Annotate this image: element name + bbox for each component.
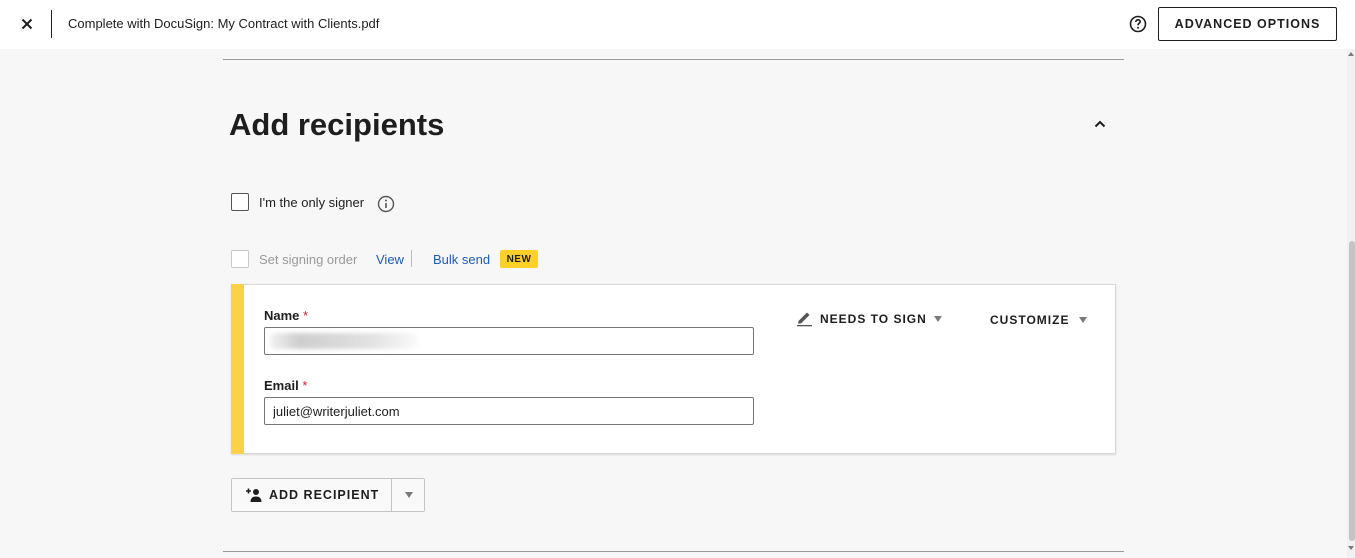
email-label-text: Email	[264, 378, 299, 393]
caret-down-icon	[933, 315, 942, 322]
info-icon[interactable]	[377, 195, 395, 213]
scrollbar-thumb[interactable]	[1349, 241, 1355, 541]
link-separator	[411, 250, 412, 267]
email-field-label: Email *	[264, 378, 307, 393]
recipient-color-bar	[231, 284, 244, 454]
signing-order-checkbox[interactable]	[231, 250, 249, 268]
close-icon	[21, 18, 33, 30]
bulk-send-link[interactable]: Bulk send	[433, 252, 490, 267]
name-field-label: Name *	[264, 308, 308, 323]
page-title: Add recipients	[229, 107, 445, 142]
help-button[interactable]	[1128, 14, 1148, 34]
required-marker: *	[302, 378, 308, 393]
redacted-name-blur	[270, 333, 418, 349]
only-signer-checkbox[interactable]	[231, 193, 249, 211]
signing-order-label: Set signing order	[259, 252, 358, 267]
add-recipient-label: ADD RECIPIENT	[269, 488, 380, 502]
recipient-card	[231, 284, 1116, 454]
scroll-down-arrow-icon[interactable]	[1348, 546, 1354, 550]
add-recipient-menu-button[interactable]	[391, 478, 425, 512]
caret-down-icon	[404, 492, 413, 498]
email-input[interactable]	[264, 397, 754, 425]
required-marker: *	[303, 308, 309, 323]
chevron-up-icon	[1094, 120, 1106, 128]
document-title: Complete with DocuSign: My Contract with…	[68, 16, 380, 31]
section-divider-bottom	[223, 551, 1124, 552]
section-divider-top	[223, 59, 1124, 60]
top-bar: Complete with DocuSign: My Contract with…	[0, 0, 1355, 49]
add-person-icon	[246, 488, 262, 502]
only-signer-label: I'm the only signer	[259, 195, 365, 210]
question-circle-icon	[1129, 15, 1147, 33]
customize-label: CUSTOMIZE	[990, 313, 1070, 327]
caret-down-icon	[1079, 317, 1088, 323]
name-label-text: Name	[264, 308, 300, 323]
topbar-divider	[51, 10, 52, 38]
close-button[interactable]	[14, 12, 40, 36]
customize-dropdown[interactable]: CUSTOMIZE	[990, 313, 1088, 327]
scroll-up-arrow-icon[interactable]	[1348, 52, 1354, 56]
new-badge: NEW	[500, 250, 538, 268]
role-label: NEEDS TO SIGN	[820, 311, 927, 326]
pen-icon	[797, 312, 812, 327]
view-link[interactable]: View	[376, 252, 404, 267]
add-recipient-button[interactable]: ADD RECIPIENT	[231, 478, 391, 512]
collapse-section-button[interactable]	[1090, 114, 1110, 134]
advanced-options-button[interactable]: ADVANCED OPTIONS	[1158, 7, 1337, 41]
recipient-role-dropdown[interactable]: NEEDS TO SIGN	[796, 310, 942, 327]
